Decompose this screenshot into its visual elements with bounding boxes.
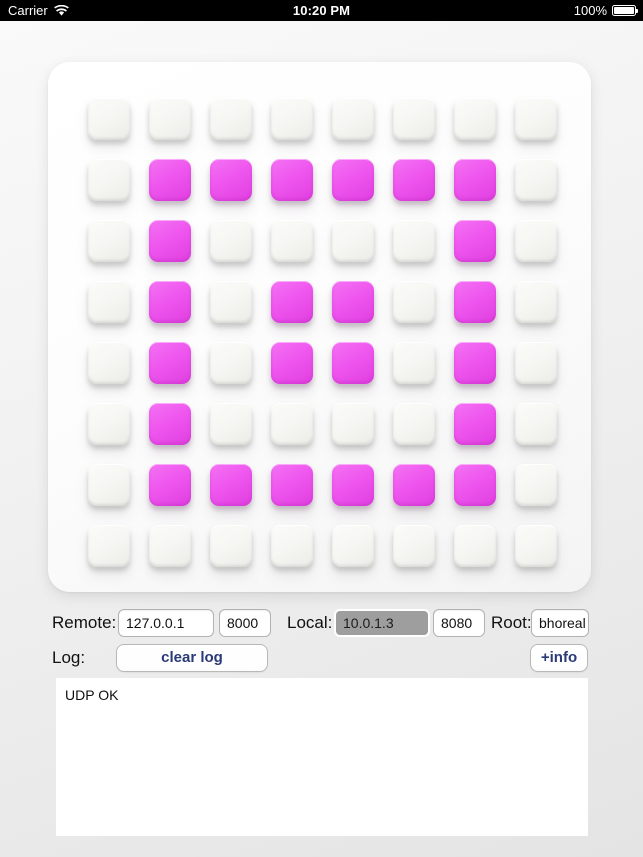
pad-r7-c5[interactable] xyxy=(332,464,374,506)
pad-r4-c1[interactable] xyxy=(88,281,130,323)
local-port-input[interactable]: 8080 xyxy=(433,609,485,637)
clear-log-button[interactable]: clear log xyxy=(116,644,268,672)
pad-r6-c1[interactable] xyxy=(88,403,130,445)
pad-r8-c2[interactable] xyxy=(149,525,191,567)
pad-panel xyxy=(48,62,591,592)
pad-r2-c8[interactable] xyxy=(515,159,557,201)
pad-r6-c3[interactable] xyxy=(210,403,252,445)
pad-r5-c2[interactable] xyxy=(149,342,191,384)
pad-r1-c5[interactable] xyxy=(332,98,374,140)
pad-r8-c3[interactable] xyxy=(210,525,252,567)
pad-r3-c4[interactable] xyxy=(271,220,313,262)
pad-r4-c2[interactable] xyxy=(149,281,191,323)
status-bar: Carrier 10:20 PM 100% xyxy=(0,0,643,21)
pad-r5-c5[interactable] xyxy=(332,342,374,384)
pad-r4-c6[interactable] xyxy=(393,281,435,323)
remote-label: Remote: xyxy=(52,613,117,632)
pad-r5-c1[interactable] xyxy=(88,342,130,384)
pad-r8-c5[interactable] xyxy=(332,525,374,567)
pad-r8-c4[interactable] xyxy=(271,525,313,567)
pad-r3-c5[interactable] xyxy=(332,220,374,262)
remote-host-input[interactable]: 127.0.0.1 xyxy=(118,609,214,637)
pad-r7-c3[interactable] xyxy=(210,464,252,506)
pad-r1-c2[interactable] xyxy=(149,98,191,140)
pad-r4-c7[interactable] xyxy=(454,281,496,323)
pad-r4-c4[interactable] xyxy=(271,281,313,323)
root-input[interactable]: bhoreal xyxy=(531,609,589,637)
pad-r1-c6[interactable] xyxy=(393,98,435,140)
pad-r7-c2[interactable] xyxy=(149,464,191,506)
pad-r1-c3[interactable] xyxy=(210,98,252,140)
local-host-input: 10.0.1.3 xyxy=(334,609,430,637)
pad-r3-c8[interactable] xyxy=(515,220,557,262)
pad-r5-c3[interactable] xyxy=(210,342,252,384)
pad-r6-c5[interactable] xyxy=(332,403,374,445)
pad-r7-c6[interactable] xyxy=(393,464,435,506)
info-button[interactable]: +info xyxy=(530,644,588,672)
pad-r4-c3[interactable] xyxy=(210,281,252,323)
pad-r5-c8[interactable] xyxy=(515,342,557,384)
app-root: Carrier 10:20 PM 100% Remote: 127.0.0.1 … xyxy=(0,0,643,857)
pad-r1-c4[interactable] xyxy=(271,98,313,140)
pad-r2-c7[interactable] xyxy=(454,159,496,201)
local-label: Local: xyxy=(287,613,333,632)
pad-r6-c4[interactable] xyxy=(271,403,313,445)
pad-r1-c1[interactable] xyxy=(88,98,130,140)
pad-r8-c8[interactable] xyxy=(515,525,557,567)
pad-r1-c7[interactable] xyxy=(454,98,496,140)
pad-r3-c2[interactable] xyxy=(149,220,191,262)
log-label: Log: xyxy=(52,648,86,667)
network-config-row: Remote: 127.0.0.1 8000 Local: 10.0.1.3 8… xyxy=(0,609,643,637)
pad-r6-c6[interactable] xyxy=(393,403,435,445)
pad-r6-c2[interactable] xyxy=(149,403,191,445)
pad-r7-c1[interactable] xyxy=(88,464,130,506)
pad-r7-c8[interactable] xyxy=(515,464,557,506)
pad-r5-c7[interactable] xyxy=(454,342,496,384)
pad-r5-c4[interactable] xyxy=(271,342,313,384)
pad-r8-c1[interactable] xyxy=(88,525,130,567)
pad-r6-c8[interactable] xyxy=(515,403,557,445)
pad-r6-c7[interactable] xyxy=(454,403,496,445)
pad-r7-c4[interactable] xyxy=(271,464,313,506)
pad-r3-c6[interactable] xyxy=(393,220,435,262)
battery-percent-label: 100% xyxy=(573,3,607,18)
pad-r2-c6[interactable] xyxy=(393,159,435,201)
status-bar-clock: 10:20 PM xyxy=(292,3,351,18)
pad-r8-c7[interactable] xyxy=(454,525,496,567)
pad-r4-c8[interactable] xyxy=(515,281,557,323)
pad-r8-c6[interactable] xyxy=(393,525,435,567)
log-controls-row: Log: clear log +info xyxy=(0,644,643,672)
pad-r4-c5[interactable] xyxy=(332,281,374,323)
status-bar-right: 100% xyxy=(573,0,638,21)
battery-full-icon xyxy=(612,5,638,16)
pad-r3-c3[interactable] xyxy=(210,220,252,262)
pad-r2-c5[interactable] xyxy=(332,159,374,201)
pad-r2-c4[interactable] xyxy=(271,159,313,201)
pad-grid[interactable] xyxy=(88,98,558,568)
root-label: Root: xyxy=(491,613,532,632)
remote-port-input[interactable]: 8000 xyxy=(219,609,271,637)
pad-r3-c7[interactable] xyxy=(454,220,496,262)
pad-r3-c1[interactable] xyxy=(88,220,130,262)
pad-r5-c6[interactable] xyxy=(393,342,435,384)
pad-r2-c3[interactable] xyxy=(210,159,252,201)
pad-r7-c7[interactable] xyxy=(454,464,496,506)
pad-r2-c1[interactable] xyxy=(88,159,130,201)
log-output[interactable]: UDP OK xyxy=(56,678,588,836)
pad-r1-c8[interactable] xyxy=(515,98,557,140)
pad-r2-c2[interactable] xyxy=(149,159,191,201)
